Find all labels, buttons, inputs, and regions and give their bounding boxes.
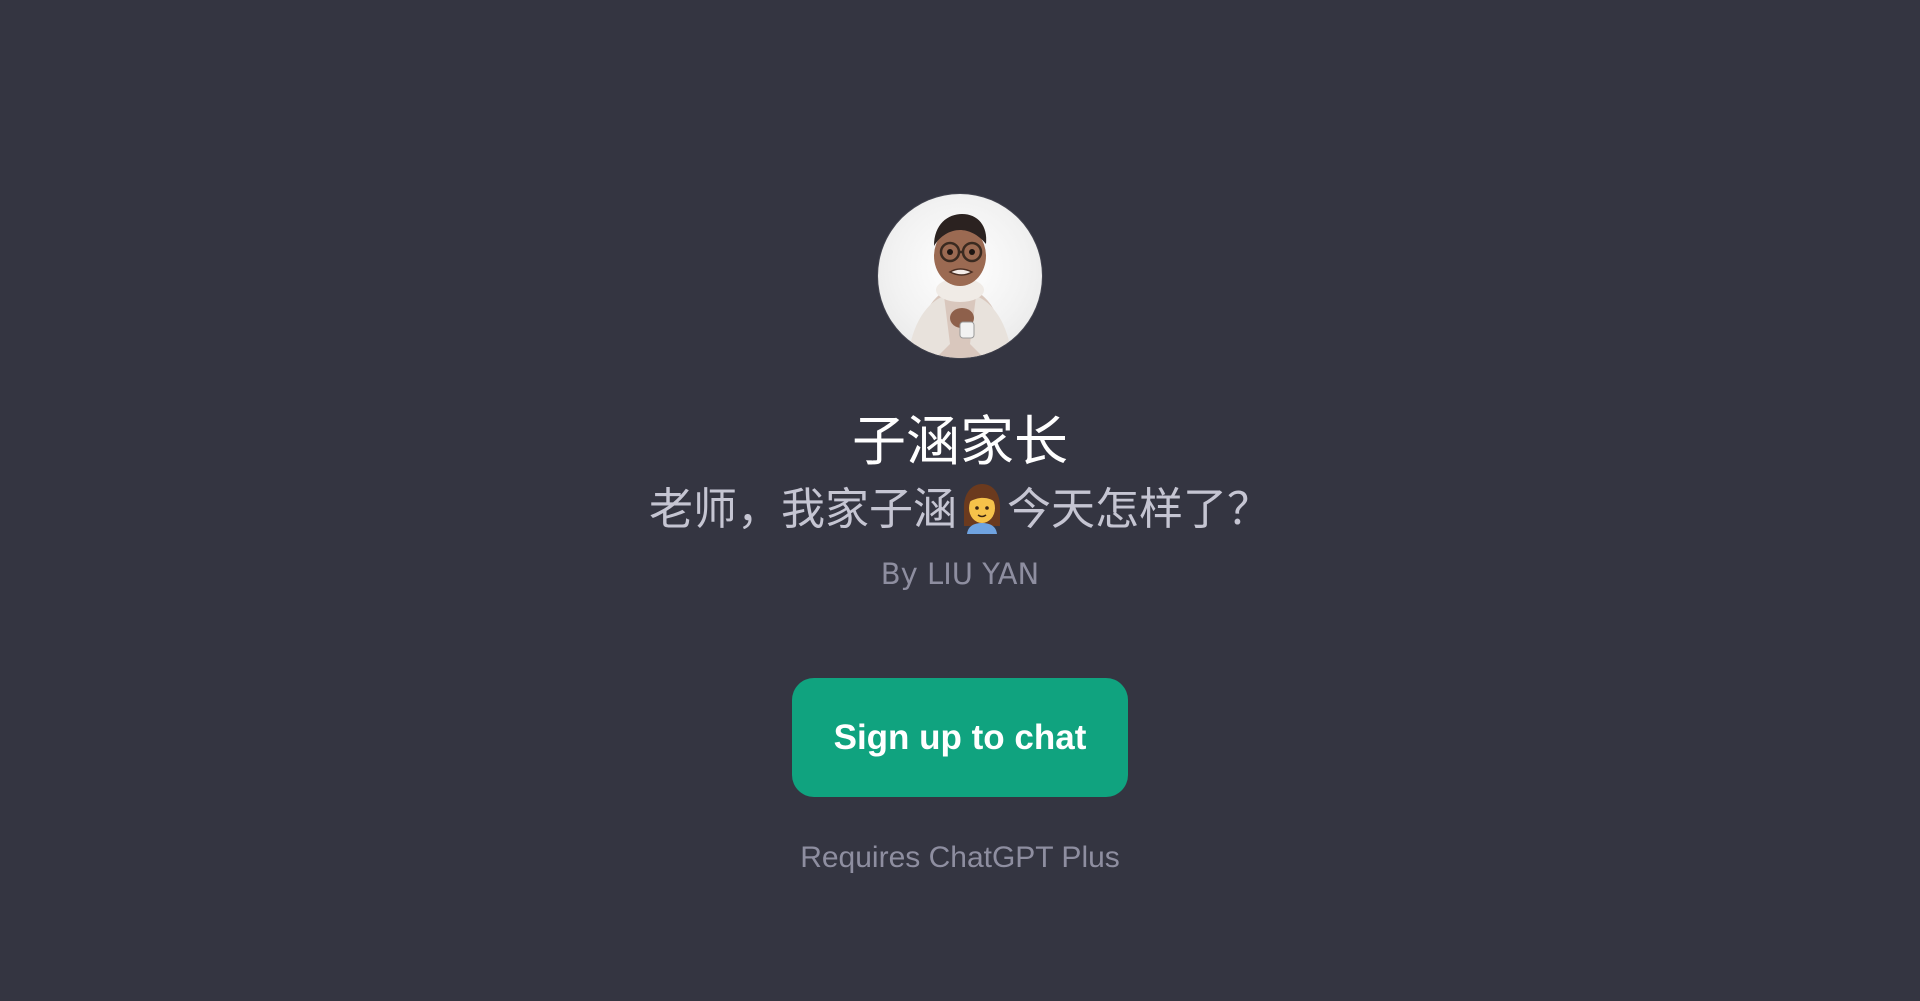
gpt-description-part-2: 今天怎样了？ xyxy=(1007,484,1271,535)
woman-emoji-icon xyxy=(959,480,1005,534)
gpt-avatar-image xyxy=(908,214,1012,358)
gpt-description: 老师，我家子涵 今天怎样了？ xyxy=(0,480,1920,538)
gpt-description-part-1: 老师，我家子涵 xyxy=(649,484,957,535)
gpt-author: By LIU YAN xyxy=(880,557,1040,591)
gpt-title: 子涵家长 xyxy=(852,410,1068,473)
gpt-landing-page: 子涵家长 老师，我家子涵 今天怎样了？ By LIU YAN Sign up t… xyxy=(0,0,1920,1001)
sign-up-button[interactable]: Sign up to chat xyxy=(792,678,1128,797)
gpt-avatar xyxy=(878,194,1042,358)
requirement-note: Requires ChatGPT Plus xyxy=(800,841,1120,874)
